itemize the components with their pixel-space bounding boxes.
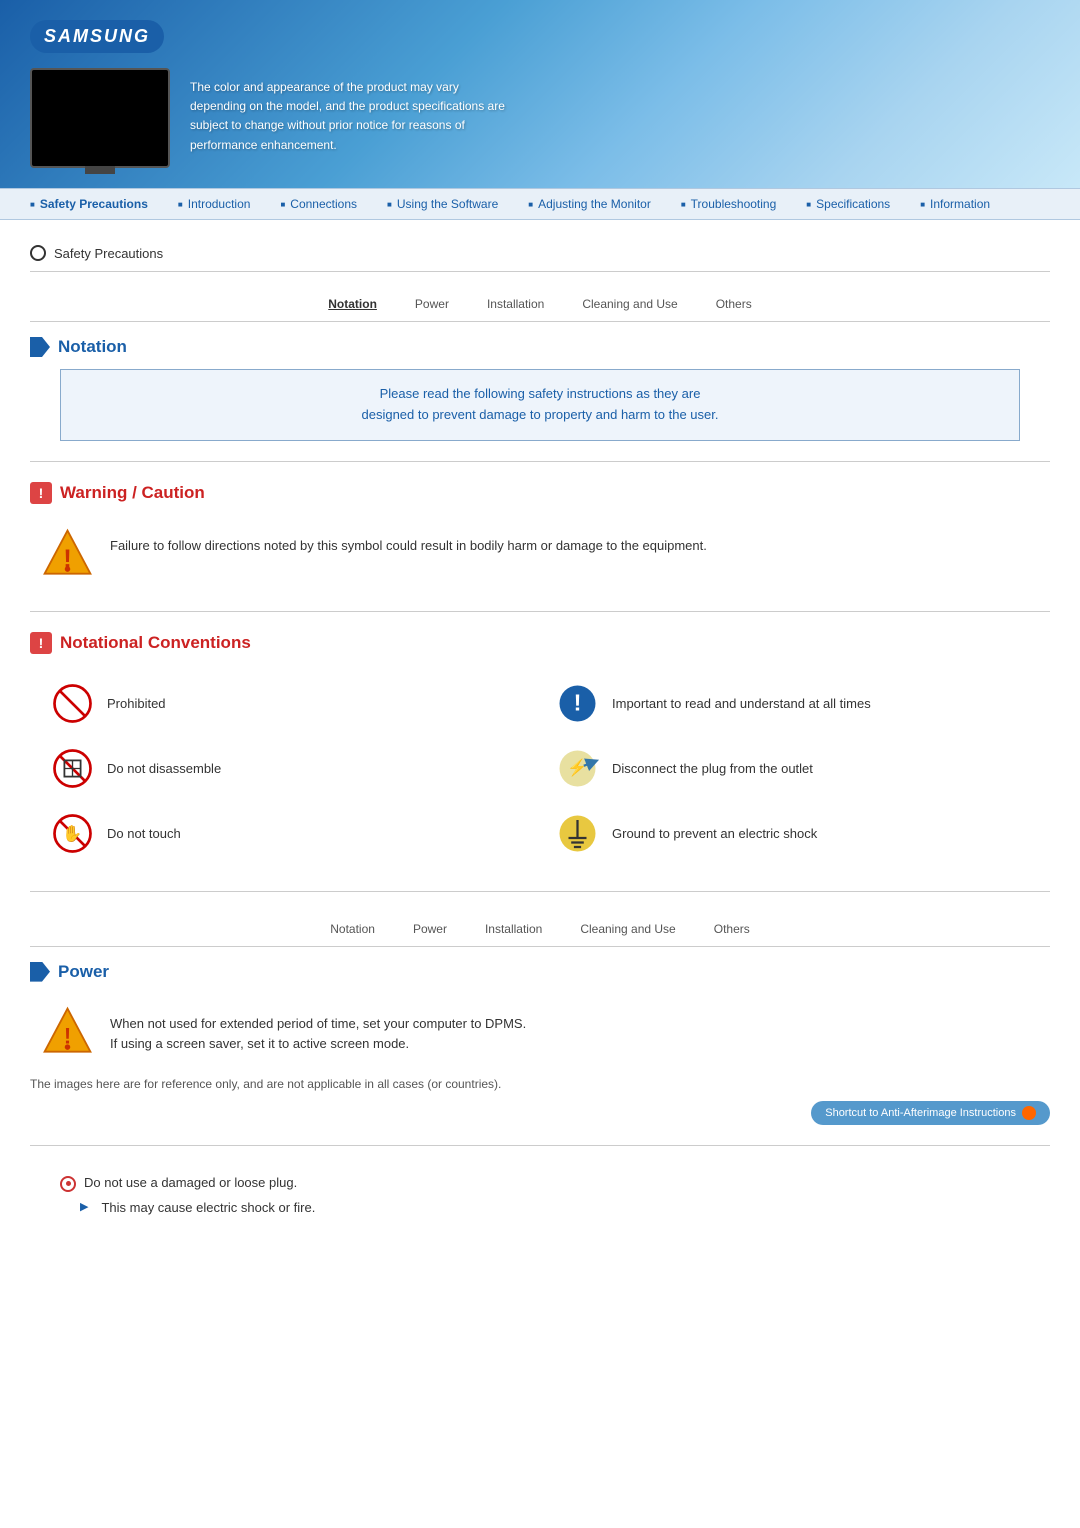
svg-text:!: ! (574, 689, 582, 715)
convention-important: ! Important to read and understand at al… (555, 676, 1040, 731)
conventions-heading-row: ! Notational Conventions (30, 632, 1050, 654)
tab-power-top[interactable]: Power (411, 295, 453, 313)
tab-others-top[interactable]: Others (712, 295, 756, 313)
warning-icon: ! (30, 482, 52, 504)
convention-no-touch: ✋ Do not touch (50, 806, 535, 861)
shortcut-btn-dot-icon (1022, 1106, 1036, 1120)
power-warning-content: ! When not used for extended period of t… (30, 994, 1050, 1069)
bullet-sub-item-0-0: ▶ This may cause electric shock or fire. (60, 1196, 1050, 1219)
nav-bar: Safety Precautions Introduction Connecti… (0, 188, 1080, 220)
tab-installation-bottom[interactable]: Installation (481, 920, 546, 938)
monitor-image (30, 68, 170, 168)
disconnect-plug-icon: ⚡ (555, 746, 600, 791)
warning-text: Failure to follow directions noted by th… (110, 526, 707, 557)
nav-safety-precautions[interactable]: Safety Precautions (30, 197, 148, 211)
svg-text:⚡: ⚡ (567, 758, 587, 778)
conventions-icon: ! (30, 632, 52, 654)
notation-info-box: Please read the following safety instruc… (60, 369, 1020, 441)
divider-3 (30, 891, 1050, 892)
ground-icon (555, 811, 600, 856)
no-disassemble-label: Do not disassemble (107, 761, 221, 776)
warning-heading: Warning / Caution (60, 483, 205, 503)
nav-adjusting-monitor[interactable]: Adjusting the Monitor (528, 197, 651, 211)
no-disassemble-icon (50, 746, 95, 791)
no-touch-icon: ✋ (50, 811, 95, 856)
nav-using-software[interactable]: Using the Software (387, 197, 498, 211)
convention-ground: Ground to prevent an electric shock (555, 806, 1040, 861)
divider-4 (30, 1145, 1050, 1146)
convention-disconnect-plug: ⚡ Disconnect the plug from the outlet (555, 741, 1040, 796)
nav-introduction[interactable]: Introduction (178, 197, 251, 211)
nav-connections[interactable]: Connections (280, 197, 357, 211)
tab-others-bottom[interactable]: Others (710, 920, 754, 938)
power-heading-row: Power (30, 962, 1050, 982)
important-label: Important to read and understand at all … (612, 696, 871, 711)
divider-2 (30, 611, 1050, 612)
tab-power-bottom[interactable]: Power (409, 920, 451, 938)
bullet-circle-icon (60, 1176, 76, 1192)
conventions-grid: Prohibited ! Important to read and under… (30, 666, 1050, 871)
shortcut-button[interactable]: Shortcut to Anti-Afterimage Instructions (811, 1101, 1050, 1125)
samsung-logo: SAMSUNG (30, 20, 164, 53)
nav-specifications[interactable]: Specifications (806, 197, 890, 211)
tab-cleaning-bottom[interactable]: Cleaning and Use (576, 920, 679, 938)
notation-heading: Notation (58, 337, 127, 357)
power-arrow-icon (30, 962, 50, 982)
tab-bar-bottom: Notation Power Installation Cleaning and… (30, 912, 1050, 947)
warning-triangle-icon: ! (40, 526, 95, 581)
conventions-heading: Notational Conventions (60, 633, 251, 653)
shortcut-btn-label: Shortcut to Anti-Afterimage Instructions (825, 1107, 1016, 1119)
tab-cleaning-top[interactable]: Cleaning and Use (578, 295, 681, 313)
tab-bar-top: Notation Power Installation Cleaning and… (30, 287, 1050, 322)
convention-prohibited: Prohibited (50, 676, 535, 731)
power-warning-triangle-icon: ! (40, 1004, 95, 1059)
notation-info-text: Please read the following safety instruc… (361, 386, 718, 422)
warning-content: ! Failure to follow directions noted by … (30, 516, 1050, 591)
divider-1 (30, 461, 1050, 462)
sub-bullet-text-0-0: This may cause electric shock or fire. (101, 1200, 315, 1215)
ground-label: Ground to prevent an electric shock (612, 826, 817, 841)
nav-troubleshooting[interactable]: Troubleshooting (681, 197, 776, 211)
bullet-text-0: Do not use a damaged or loose plug. (84, 1175, 297, 1190)
power-warning-text: When not used for extended period of tim… (110, 1004, 526, 1056)
svg-text:✋: ✋ (62, 823, 82, 842)
warning-heading-row: ! Warning / Caution (30, 482, 1050, 504)
tab-notation-bottom[interactable]: Notation (326, 920, 379, 938)
convention-no-disassemble: Do not disassemble (50, 741, 535, 796)
important-icon: ! (555, 681, 600, 726)
tab-notation-top[interactable]: Notation (324, 295, 381, 313)
prohibited-label: Prohibited (107, 696, 166, 711)
header-notice: The color and appearance of the product … (190, 68, 510, 155)
tab-installation-top[interactable]: Installation (483, 295, 548, 313)
no-touch-label: Do not touch (107, 826, 181, 841)
prohibited-icon (50, 681, 95, 726)
disconnect-plug-label: Disconnect the plug from the outlet (612, 761, 813, 776)
power-heading: Power (58, 962, 109, 982)
ref-text: The images here are for reference only, … (30, 1077, 1050, 1091)
page-header: SAMSUNG The color and appearance of the … (0, 0, 1080, 188)
page-body: Safety Precautions Notation Power Instal… (0, 220, 1080, 1239)
shortcut-btn-row: Shortcut to Anti-Afterimage Instructions (30, 1101, 1050, 1125)
bullet-list: Do not use a damaged or loose plug. ▶ Th… (30, 1166, 1050, 1224)
breadcrumb: Safety Precautions (30, 235, 1050, 272)
breadcrumb-label: Safety Precautions (54, 246, 163, 261)
nav-information[interactable]: Information (920, 197, 990, 211)
bullet-item-0: Do not use a damaged or loose plug. (60, 1171, 1050, 1196)
breadcrumb-circle (30, 245, 46, 261)
notation-arrow-icon (30, 337, 50, 357)
notation-heading-row: Notation (30, 337, 1050, 357)
sub-bullet-arrow-icon: ▶ (80, 1200, 88, 1213)
